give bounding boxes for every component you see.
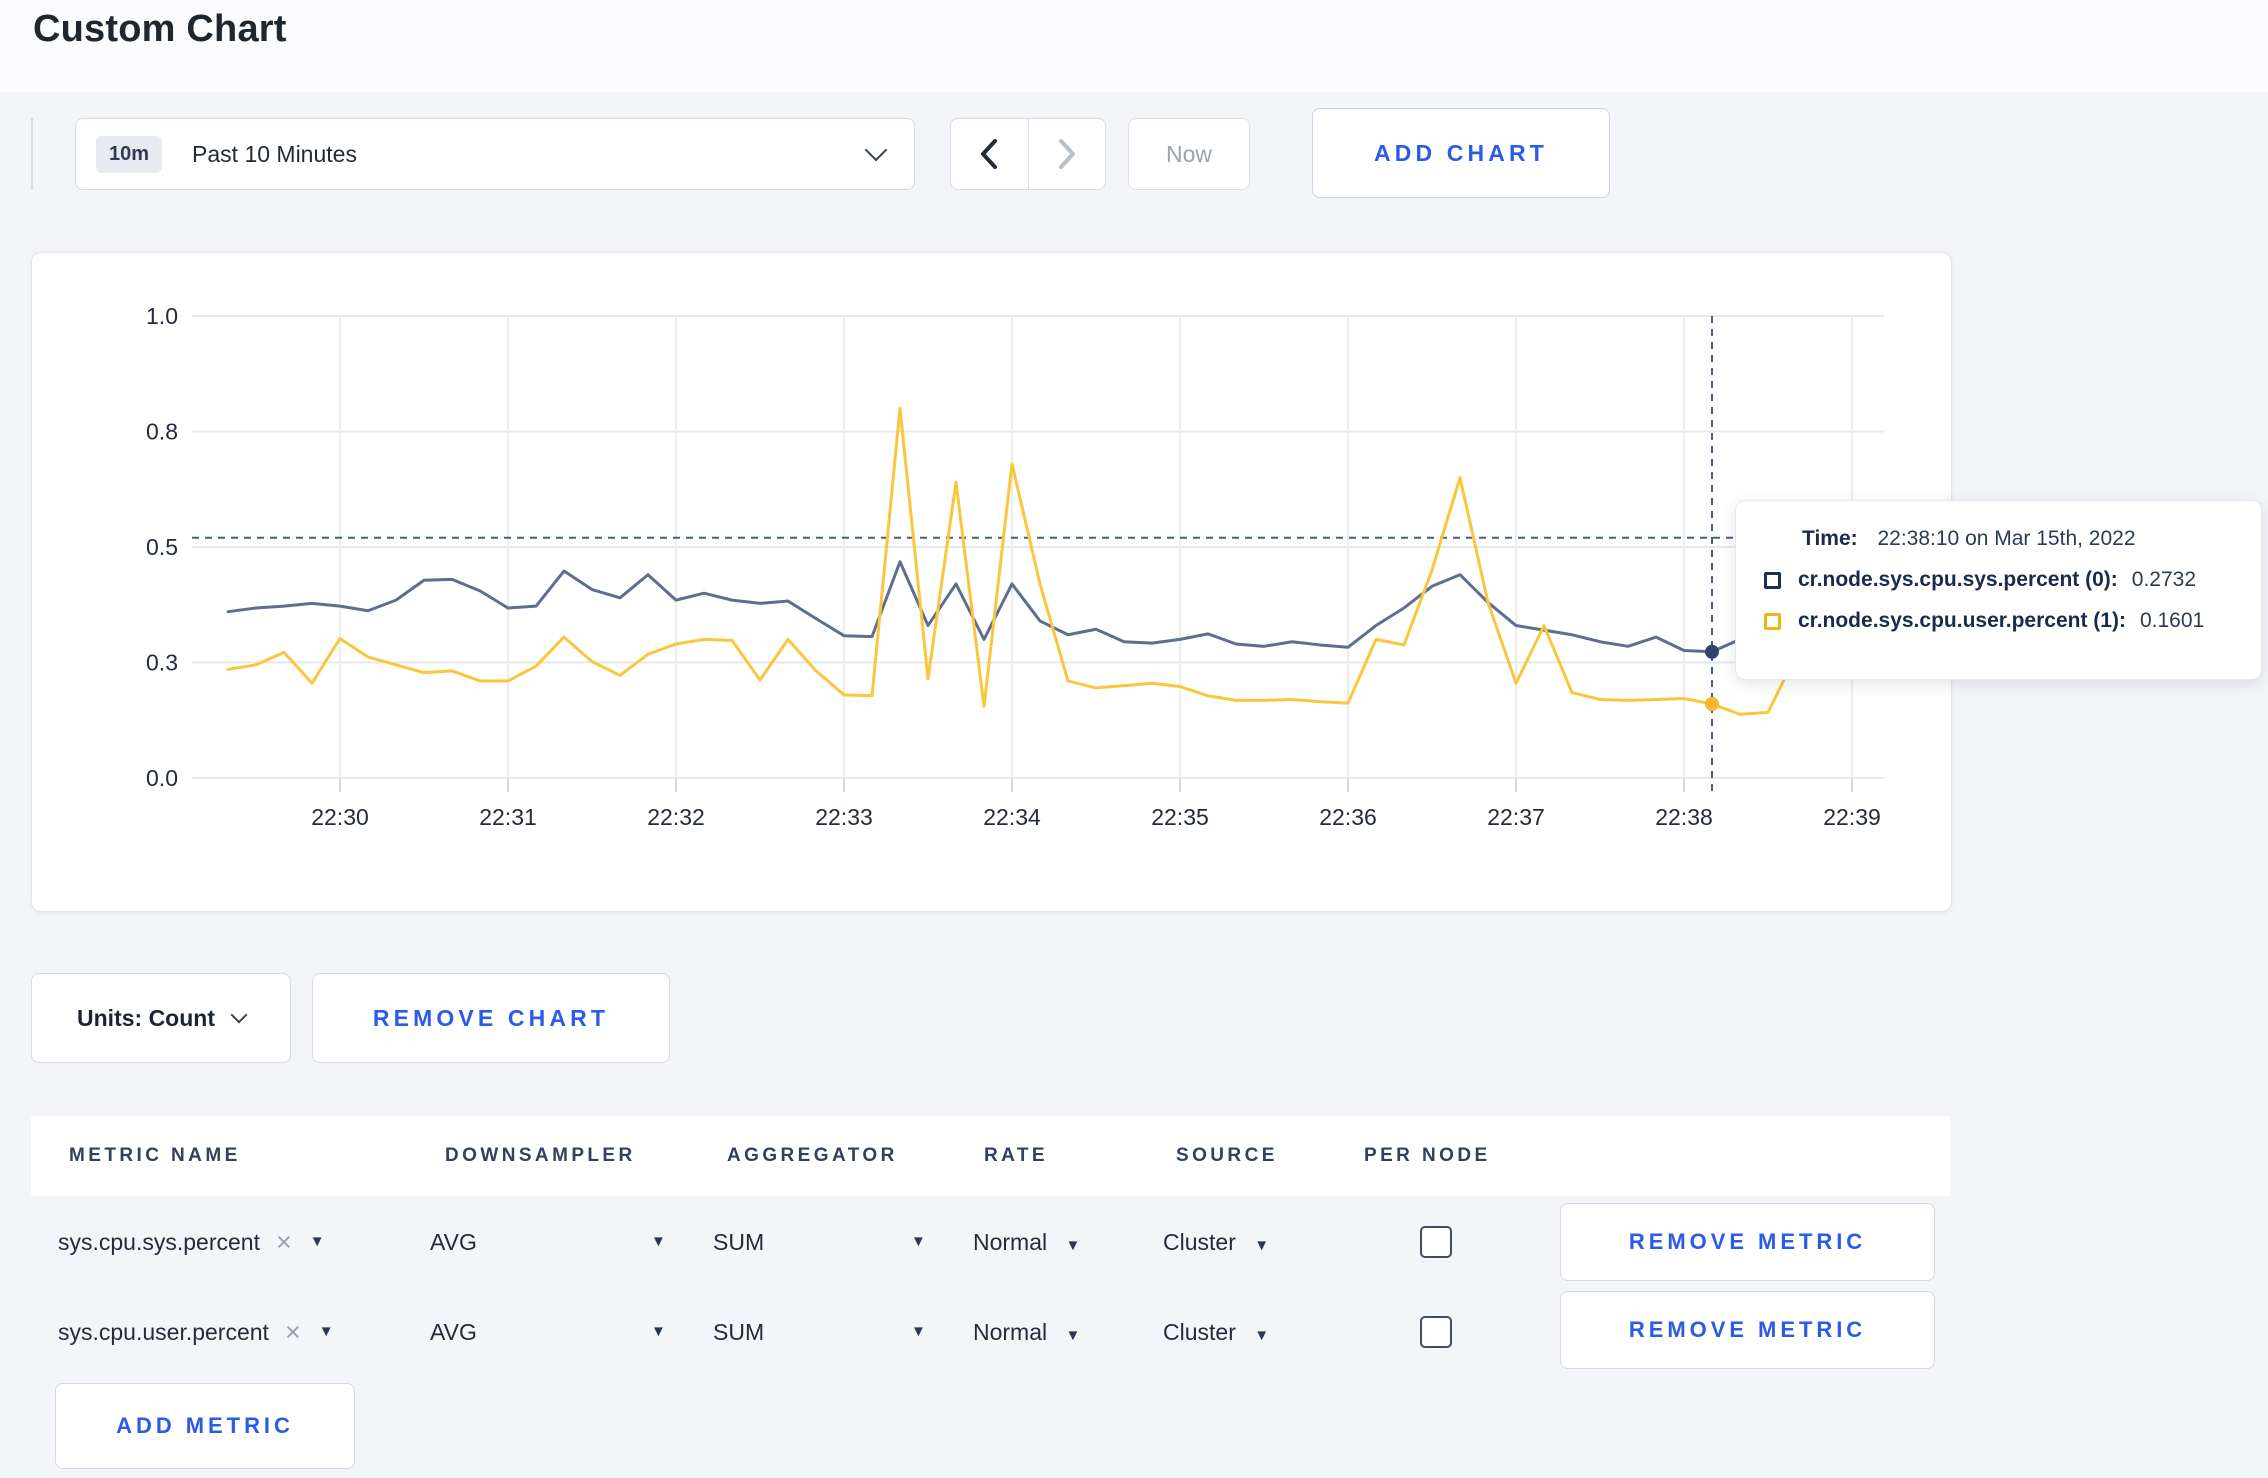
svg-text:0.8: 0.8: [146, 419, 178, 445]
caret-down-icon: ▼: [1254, 1237, 1270, 1254]
svg-text:22:32: 22:32: [647, 804, 705, 830]
tooltip-series-row: cr.node.sys.cpu.sys.percent (0): 0.2732: [1764, 568, 2261, 592]
aggregator-value: SUM: [713, 1319, 765, 1345]
time-range-select[interactable]: 10m Past 10 Minutes: [75, 118, 915, 190]
svg-text:22:35: 22:35: [1151, 804, 1209, 830]
metric-name-select[interactable]: sys.cpu.sys.percent × ▼: [58, 1202, 325, 1282]
downsampler-value: AVG: [430, 1229, 477, 1255]
caret-down-icon: ▼: [1065, 1237, 1081, 1254]
metric-name: sys.cpu.user.percent: [58, 1319, 269, 1345]
svg-text:22:39: 22:39: [1823, 804, 1881, 830]
svg-text:22:30: 22:30: [311, 804, 369, 830]
col-header-rate: RATE: [984, 1145, 1048, 1166]
source-select[interactable]: Cluster ▼: [1163, 1292, 1269, 1372]
tooltip-series-value: 0.2732: [2131, 568, 2197, 591]
per-node-checkbox[interactable]: [1420, 1316, 1452, 1348]
units-select[interactable]: Units: Count: [31, 973, 291, 1063]
rate-select[interactable]: Normal ▼: [973, 1292, 1080, 1372]
top-strip: [0, 0, 2268, 92]
page-title: Custom Chart: [33, 8, 287, 50]
add-chart-button[interactable]: ADD CHART: [1312, 108, 1610, 198]
clear-metric-icon[interactable]: ×: [285, 1292, 301, 1372]
clear-metric-icon[interactable]: ×: [276, 1202, 292, 1282]
downsampler-value: AVG: [430, 1319, 477, 1345]
caret-down-icon: ▼: [309, 1233, 325, 1250]
svg-text:22:34: 22:34: [983, 804, 1041, 830]
custom-chart-page: Custom Chart 10m Past 10 Minutes Now ADD…: [0, 0, 2268, 1478]
units-label: Units: Count: [77, 1004, 215, 1031]
source-value: Cluster: [1163, 1229, 1236, 1255]
remove-metric-button[interactable]: REMOVE METRIC: [1560, 1291, 1935, 1369]
caret-down-icon[interactable]: ▼: [911, 1202, 926, 1282]
next-range-button[interactable]: [1027, 119, 1106, 189]
chart-card[interactable]: 1.0 0.8 0.5 0.3 0.0 22:30 22:31 22:32 22:33 22:34…: [31, 252, 1952, 912]
svg-text:22:37: 22:37: [1487, 804, 1545, 830]
time-range-label: Past 10 Minutes: [192, 140, 357, 167]
caret-down-icon[interactable]: ▼: [651, 1202, 666, 1282]
chevron-down-icon: [864, 138, 888, 162]
sys-series-swatch-icon: [1764, 571, 1781, 589]
col-header-downsampler: DOWNSAMPLER: [445, 1145, 636, 1166]
source-value: Cluster: [1163, 1319, 1236, 1345]
svg-text:0.5: 0.5: [146, 534, 178, 560]
svg-text:1.0: 1.0: [146, 303, 178, 329]
tooltip-time-value: 22:38:10 on Mar 15th, 2022: [1877, 527, 2136, 550]
col-header-metric-name: METRIC NAME: [69, 1145, 241, 1166]
aggregator-select[interactable]: SUM: [713, 1292, 764, 1372]
toolbar-divider: [31, 118, 33, 190]
downsampler-select[interactable]: AVG: [430, 1292, 477, 1372]
caret-down-icon: ▼: [1254, 1327, 1270, 1344]
rate-value: Normal: [973, 1229, 1048, 1255]
svg-text:22:38: 22:38: [1655, 804, 1713, 830]
col-header-aggregator: AGGREGATOR: [727, 1145, 898, 1166]
downsampler-select[interactable]: AVG: [430, 1202, 477, 1282]
caret-down-icon: ▼: [1065, 1327, 1081, 1344]
tooltip-series-label: cr.node.sys.cpu.user.percent (1):: [1798, 609, 2126, 632]
prev-range-button[interactable]: [951, 119, 1028, 189]
chart-tooltip: Time: 22:38:10 on Mar 15th, 2022 cr.node…: [1735, 500, 2262, 680]
tooltip-time-label: Time:: [1802, 527, 1858, 550]
svg-text:0.0: 0.0: [146, 765, 178, 791]
metric-name: sys.cpu.sys.percent: [58, 1229, 260, 1255]
source-select[interactable]: Cluster ▼: [1163, 1202, 1269, 1282]
tooltip-time-row: Time: 22:38:10 on Mar 15th, 2022: [1802, 527, 2261, 551]
caret-down-icon: ▼: [318, 1323, 334, 1340]
svg-text:22:36: 22:36: [1319, 804, 1377, 830]
time-range-badge: 10m: [96, 135, 163, 173]
caret-down-icon[interactable]: ▼: [911, 1292, 926, 1372]
metric-name-select[interactable]: sys.cpu.user.percent × ▼: [58, 1292, 334, 1372]
user-series-swatch-icon: [1764, 612, 1781, 630]
chevron-down-icon: [230, 1006, 248, 1024]
add-metric-button[interactable]: ADD METRIC: [55, 1383, 355, 1469]
tooltip-series-row: cr.node.sys.cpu.user.percent (1): 0.1601: [1764, 609, 2261, 633]
tooltip-series-value: 0.1601: [2139, 609, 2205, 632]
svg-text:22:31: 22:31: [479, 804, 537, 830]
rate-value: Normal: [973, 1319, 1048, 1345]
svg-text:0.3: 0.3: [146, 650, 178, 676]
remove-chart-button[interactable]: REMOVE CHART: [312, 973, 670, 1063]
col-header-source: SOURCE: [1176, 1145, 1278, 1166]
aggregator-select[interactable]: SUM: [713, 1202, 764, 1282]
time-nav: [950, 118, 1106, 190]
svg-text:22:33: 22:33: [815, 804, 873, 830]
caret-down-icon[interactable]: ▼: [651, 1292, 666, 1372]
chevron-right-icon: [1058, 139, 1075, 169]
col-header-per-node: PER NODE: [1364, 1145, 1491, 1166]
tooltip-series-label: cr.node.sys.cpu.sys.percent (0):: [1798, 568, 2118, 591]
aggregator-value: SUM: [713, 1229, 765, 1255]
now-button[interactable]: Now: [1128, 118, 1250, 190]
per-node-checkbox[interactable]: [1420, 1226, 1452, 1258]
chevron-left-icon: [981, 139, 998, 169]
metrics-line-chart[interactable]: 1.0 0.8 0.5 0.3 0.0 22:30 22:31 22:32 22:33 22:34…: [32, 253, 1951, 911]
rate-select[interactable]: Normal ▼: [973, 1202, 1080, 1282]
remove-metric-button[interactable]: REMOVE METRIC: [1560, 1203, 1935, 1281]
